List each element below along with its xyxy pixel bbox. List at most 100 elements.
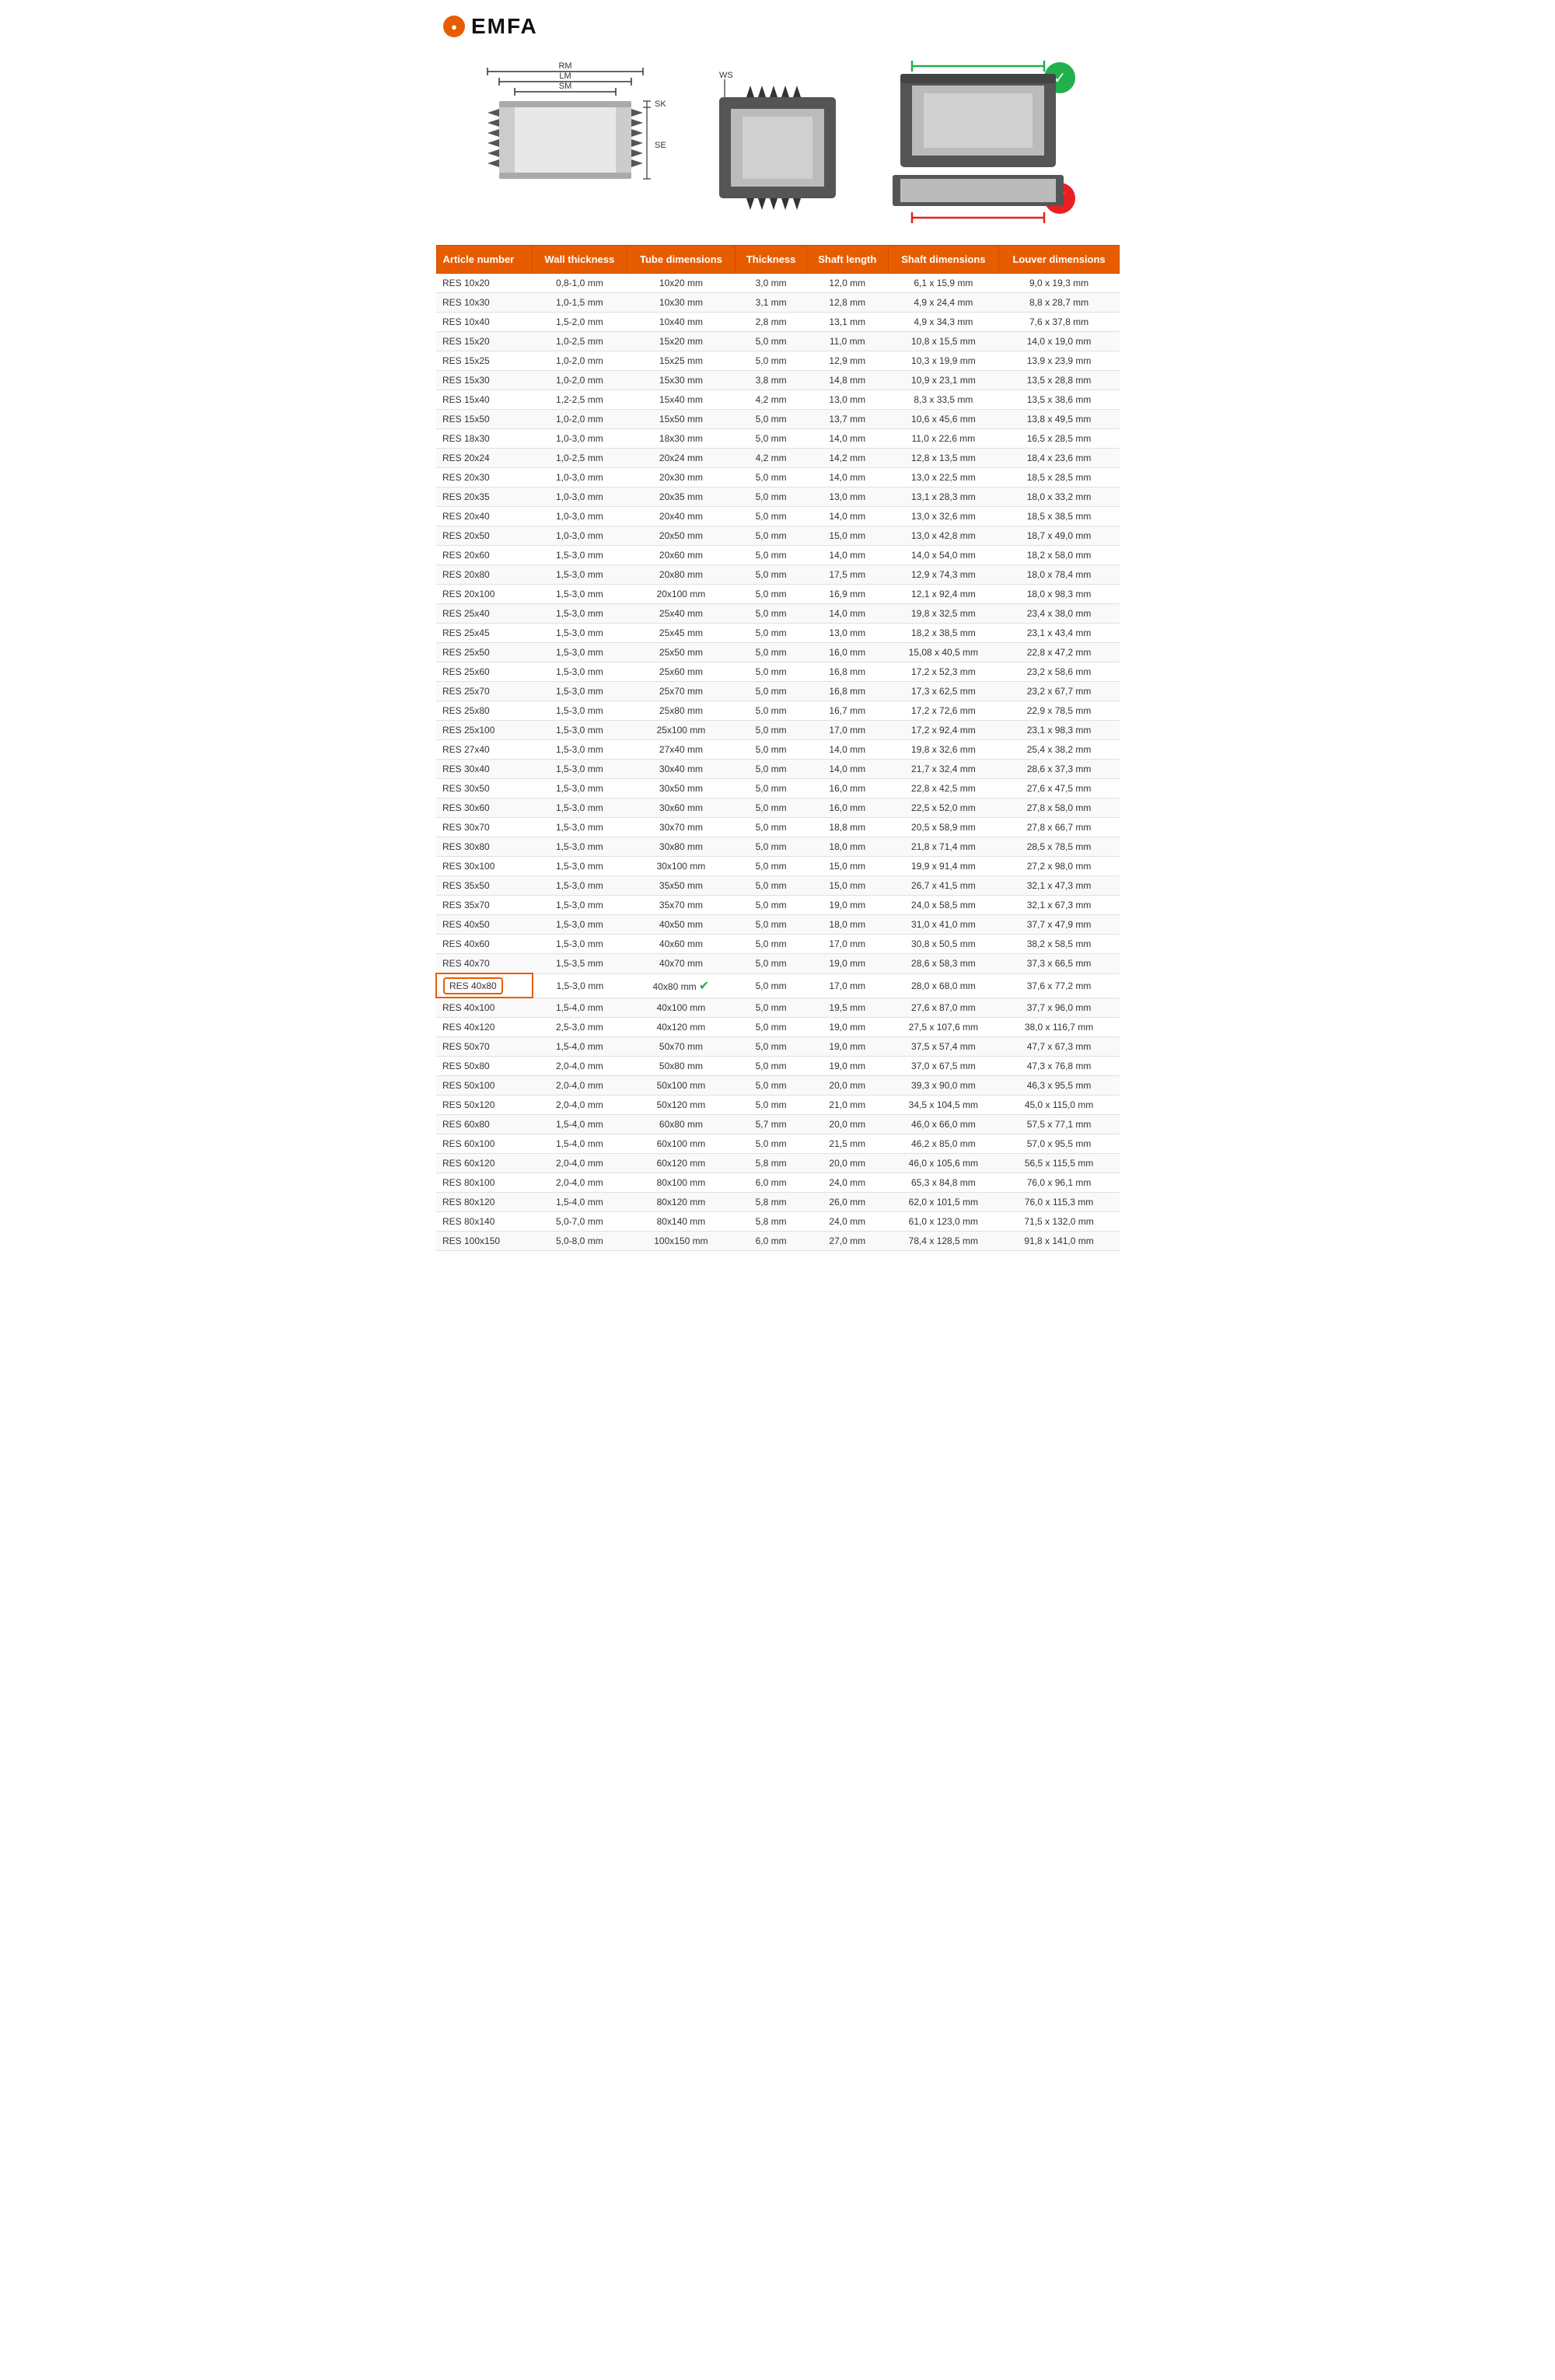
cell-shaft-dim: 26,7 x 41,5 mm	[888, 876, 999, 896]
cell-wall: 1,0-2,5 mm	[533, 449, 627, 468]
cell-shaft-length: 15,0 mm	[806, 857, 888, 876]
cell-wall: 1,0-3,0 mm	[533, 468, 627, 488]
cell-article: RES 80x100	[436, 1173, 533, 1193]
cell-shaft-dim: 19,8 x 32,6 mm	[888, 740, 999, 760]
cell-tube: 15x25 mm	[627, 351, 736, 371]
cell-tube: 80x100 mm	[627, 1173, 736, 1193]
cell-shaft-length: 18,0 mm	[806, 837, 888, 857]
table-row: RES 30x501,5-3,0 mm30x50 mm5,0 mm16,0 mm…	[436, 779, 1120, 799]
col-wall: Wall thickness	[533, 246, 627, 274]
cell-thickness: 5,0 mm	[736, 973, 807, 998]
cell-louver: 47,3 x 76,8 mm	[999, 1057, 1120, 1076]
cell-shaft-dim: 22,8 x 42,5 mm	[888, 779, 999, 799]
cell-tube: 20x60 mm	[627, 546, 736, 565]
cell-tube: 15x30 mm	[627, 371, 736, 390]
col-thickness: Thickness	[736, 246, 807, 274]
cell-tube: 30x70 mm	[627, 818, 736, 837]
table-row: RES 25x601,5-3,0 mm25x60 mm5,0 mm16,8 mm…	[436, 662, 1120, 682]
cell-tube: 15x40 mm	[627, 390, 736, 410]
cell-shaft-length: 12,9 mm	[806, 351, 888, 371]
product-table: Article number Wall thickness Tube dimen…	[435, 245, 1120, 1251]
cell-wall: 1,5-3,0 mm	[533, 682, 627, 701]
cell-tube: 35x50 mm	[627, 876, 736, 896]
table-row: RES 20x1001,5-3,0 mm20x100 mm5,0 mm16,9 …	[436, 585, 1120, 604]
svg-text:SE: SE	[655, 141, 666, 150]
table-row: RES 40x1202,5-3,0 mm40x120 mm5,0 mm19,0 …	[436, 1018, 1120, 1037]
table-row: RES 20x401,0-3,0 mm20x40 mm5,0 mm14,0 mm…	[436, 507, 1120, 526]
cell-tube: 40x60 mm	[627, 935, 736, 954]
cell-louver: 28,6 x 37,3 mm	[999, 760, 1120, 779]
cell-shaft-dim: 11,0 x 22,6 mm	[888, 429, 999, 449]
cell-wall: 5,0-7,0 mm	[533, 1212, 627, 1232]
cell-article: RES 15x20	[436, 332, 533, 351]
cell-wall: 1,5-4,0 mm	[533, 998, 627, 1018]
cell-shaft-length: 19,0 mm	[806, 1018, 888, 1037]
table-row: RES 30x601,5-3,0 mm30x60 mm5,0 mm16,0 mm…	[436, 799, 1120, 818]
cell-tube: 30x40 mm	[627, 760, 736, 779]
cell-thickness: 5,0 mm	[736, 565, 807, 585]
cell-louver: 23,2 x 67,7 mm	[999, 682, 1120, 701]
cell-wall: 1,5-3,0 mm	[533, 565, 627, 585]
cell-shaft-length: 13,1 mm	[806, 313, 888, 332]
logo-area: ● EMFA	[428, 0, 1127, 47]
cell-shaft-dim: 12,8 x 13,5 mm	[888, 449, 999, 468]
cell-article: RES 18x30	[436, 429, 533, 449]
table-row: RES 20x351,0-3,0 mm20x35 mm5,0 mm13,0 mm…	[436, 488, 1120, 507]
cell-louver: 37,7 x 47,9 mm	[999, 915, 1120, 935]
cell-article: RES 40x80	[436, 973, 533, 998]
cell-louver: 13,5 x 28,8 mm	[999, 371, 1120, 390]
cell-shaft-length: 24,0 mm	[806, 1173, 888, 1193]
cell-thickness: 2,8 mm	[736, 313, 807, 332]
logo-icon: ●	[443, 16, 465, 37]
cell-thickness: 5,0 mm	[736, 701, 807, 721]
cell-shaft-length: 17,5 mm	[806, 565, 888, 585]
cell-louver: 22,9 x 78,5 mm	[999, 701, 1120, 721]
cell-wall: 1,5-3,0 mm	[533, 740, 627, 760]
cell-thickness: 5,0 mm	[736, 351, 807, 371]
cell-shaft-length: 14,0 mm	[806, 507, 888, 526]
table-row: RES 15x501,0-2,0 mm15x50 mm5,0 mm13,7 mm…	[436, 410, 1120, 429]
cell-shaft-dim: 46,0 x 66,0 mm	[888, 1115, 999, 1134]
cell-wall: 1,5-3,0 mm	[533, 876, 627, 896]
cell-shaft-dim: 30,8 x 50,5 mm	[888, 935, 999, 954]
col-shaft-len: Shaft length	[806, 246, 888, 274]
cell-louver: 18,5 x 28,5 mm	[999, 468, 1120, 488]
cell-louver: 18,5 x 38,5 mm	[999, 507, 1120, 526]
cell-article: RES 15x50	[436, 410, 533, 429]
cell-wall: 1,5-3,0 mm	[533, 799, 627, 818]
table-row: RES 15x251,0-2,0 mm15x25 mm5,0 mm12,9 mm…	[436, 351, 1120, 371]
cell-wall: 1,5-3,0 mm	[533, 837, 627, 857]
cell-tube: 35x70 mm	[627, 896, 736, 915]
cell-article: RES 30x80	[436, 837, 533, 857]
table-row: RES 10x200,8-1,0 mm10x20 mm3,0 mm12,0 mm…	[436, 274, 1120, 293]
cell-tube: 50x80 mm	[627, 1057, 736, 1076]
col-shaft-dim: Shaft dimensions	[888, 246, 999, 274]
cell-article: RES 20x35	[436, 488, 533, 507]
cell-thickness: 5,0 mm	[736, 935, 807, 954]
cell-article: RES 100x150	[436, 1232, 533, 1251]
cell-tube: 60x80 mm	[627, 1115, 736, 1134]
cell-shaft-dim: 28,6 x 58,3 mm	[888, 954, 999, 974]
cell-shaft-dim: 78,4 x 128,5 mm	[888, 1232, 999, 1251]
cell-shaft-dim: 4,9 x 34,3 mm	[888, 313, 999, 332]
cell-article: RES 30x60	[436, 799, 533, 818]
cell-thickness: 5,0 mm	[736, 585, 807, 604]
cell-wall: 1,0-3,0 mm	[533, 526, 627, 546]
cell-shaft-dim: 10,6 x 45,6 mm	[888, 410, 999, 429]
cell-article: RES 40x70	[436, 954, 533, 974]
cell-thickness: 5,0 mm	[736, 1096, 807, 1115]
cell-wall: 1,0-2,0 mm	[533, 371, 627, 390]
cell-wall: 1,5-3,0 mm	[533, 973, 627, 998]
cell-thickness: 5,0 mm	[736, 1076, 807, 1096]
cell-shaft-dim: 20,5 x 58,9 mm	[888, 818, 999, 837]
cell-thickness: 5,0 mm	[736, 998, 807, 1018]
cell-thickness: 5,0 mm	[736, 857, 807, 876]
cell-tube: 40x80 mm ✔	[627, 973, 736, 998]
cell-article: RES 30x100	[436, 857, 533, 876]
cell-shaft-length: 14,0 mm	[806, 468, 888, 488]
cell-tube: 20x40 mm	[627, 507, 736, 526]
cell-tube: 25x70 mm	[627, 682, 736, 701]
cell-shaft-dim: 22,5 x 52,0 mm	[888, 799, 999, 818]
cell-shaft-length: 20,0 mm	[806, 1154, 888, 1173]
cell-louver: 37,7 x 96,0 mm	[999, 998, 1120, 1018]
